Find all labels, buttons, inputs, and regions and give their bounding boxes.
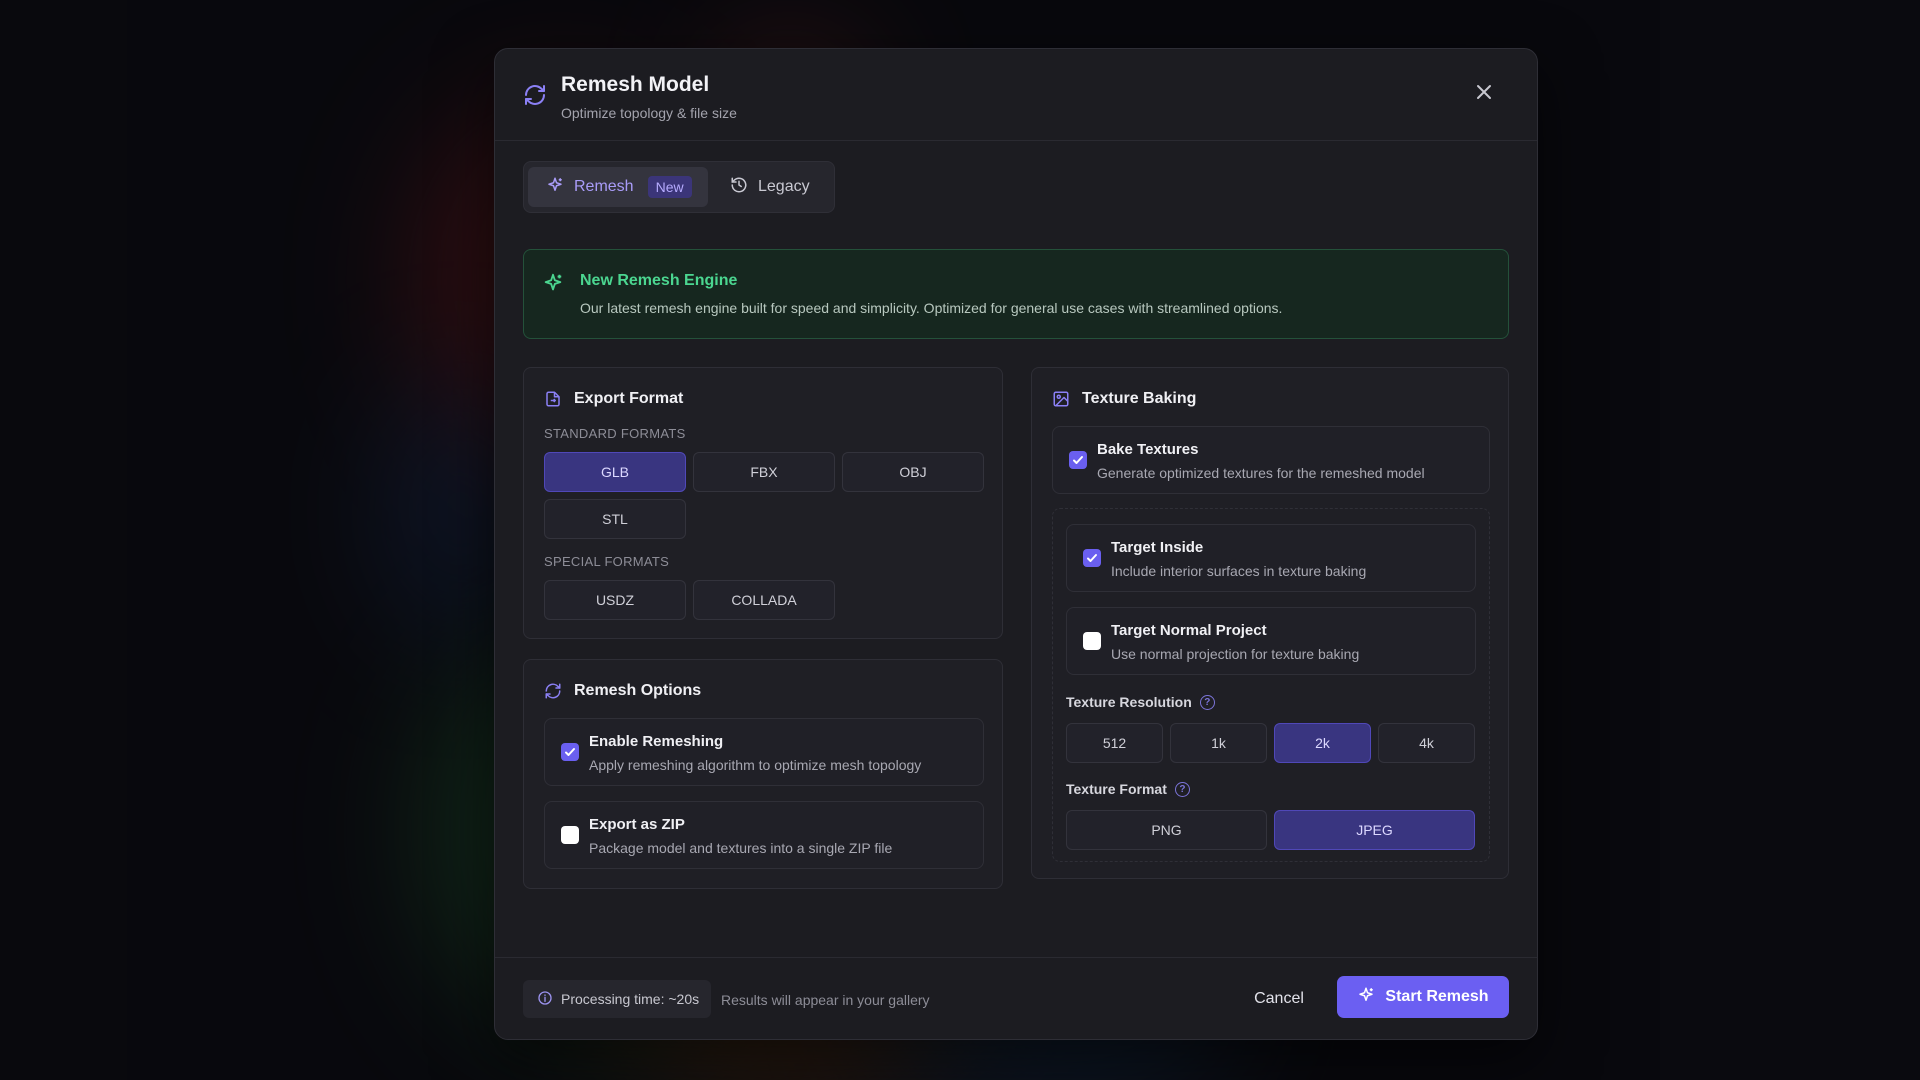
banner-text: Our latest remesh engine built for speed… bbox=[580, 300, 1283, 316]
option-desc: Package model and textures into a single… bbox=[589, 840, 893, 856]
format-jpeg-button[interactable]: JPEG bbox=[1274, 810, 1475, 850]
option-title: Enable Remeshing bbox=[589, 733, 724, 750]
remesh-options-card: Remesh Options Enable Remeshing Apply re… bbox=[523, 659, 1003, 889]
texture-format-label: Texture Format ? bbox=[1066, 781, 1190, 797]
option-desc: Use normal projection for texture baking bbox=[1111, 646, 1360, 662]
resolution-512-button[interactable]: 512 bbox=[1066, 723, 1163, 763]
enable-remeshing-option[interactable]: Enable Remeshing Apply remeshing algorit… bbox=[544, 718, 984, 786]
export-zip-checkbox[interactable] bbox=[561, 826, 579, 844]
texture-format-text: Texture Format bbox=[1066, 781, 1167, 797]
texture-resolution-text: Texture Resolution bbox=[1066, 694, 1192, 710]
modal-header: Remesh Model Optimize topology & file si… bbox=[495, 49, 1537, 141]
info-icon bbox=[537, 990, 561, 1009]
format-glb-button[interactable]: GLB bbox=[544, 452, 686, 492]
cancel-button[interactable]: Cancel bbox=[1239, 980, 1319, 1018]
option-desc: Apply remeshing algorithm to optimize me… bbox=[589, 757, 922, 773]
image-icon bbox=[1052, 390, 1070, 413]
file-export-icon bbox=[544, 390, 562, 413]
modal-title: Remesh Model bbox=[561, 73, 710, 96]
option-title: Target Normal Project bbox=[1111, 622, 1267, 639]
resolution-1k-button[interactable]: 1k bbox=[1170, 723, 1267, 763]
processing-time-badge: Processing time: ~20s bbox=[523, 980, 711, 1018]
bake-textures-option[interactable]: Bake Textures Generate optimized texture… bbox=[1052, 426, 1490, 494]
start-remesh-button[interactable]: Start Remesh bbox=[1337, 976, 1509, 1018]
texture-resolution-label: Texture Resolution ? bbox=[1066, 694, 1215, 710]
export-format-card: Export Format STANDARD FORMATS GLB FBX O… bbox=[523, 367, 1003, 639]
format-fbx-button[interactable]: FBX bbox=[693, 452, 835, 492]
target-inside-option[interactable]: Target Inside Include interior surfaces … bbox=[1066, 524, 1476, 592]
texture-baking-title: Texture Baking bbox=[1082, 390, 1197, 407]
close-button[interactable] bbox=[1469, 79, 1499, 109]
option-desc: Include interior surfaces in texture bak… bbox=[1111, 563, 1367, 579]
help-icon[interactable]: ? bbox=[1174, 781, 1190, 797]
target-normal-option[interactable]: Target Normal Project Use normal project… bbox=[1066, 607, 1476, 675]
remesh-options-title: Remesh Options bbox=[574, 682, 702, 699]
new-badge: New bbox=[647, 176, 692, 198]
processing-time-text: Processing time: ~20s bbox=[561, 991, 700, 1007]
format-png-button[interactable]: PNG bbox=[1066, 810, 1267, 850]
modal-footer: Processing time: ~20s Results will appea… bbox=[495, 957, 1537, 1039]
standard-formats-label: STANDARD FORMATS bbox=[544, 426, 686, 441]
option-desc: Generate optimized textures for the reme… bbox=[1097, 465, 1425, 481]
sparkles-icon bbox=[542, 272, 564, 299]
results-note: Results will appear in your gallery bbox=[721, 992, 930, 1008]
enable-remeshing-checkbox[interactable] bbox=[561, 743, 579, 761]
resolution-4k-button[interactable]: 4k bbox=[1378, 723, 1475, 763]
texture-baking-card: Texture Baking Bake Textures Generate op… bbox=[1031, 367, 1509, 879]
tab-legacy[interactable]: Legacy bbox=[716, 167, 826, 207]
format-collada-button[interactable]: COLLADA bbox=[693, 580, 835, 620]
remesh-modal: Remesh Model Optimize topology & file si… bbox=[494, 48, 1538, 1040]
refresh-icon bbox=[544, 682, 562, 705]
tab-remesh-label: Remesh bbox=[574, 178, 634, 195]
target-normal-checkbox[interactable] bbox=[1083, 632, 1101, 650]
resolution-2k-button[interactable]: 2k bbox=[1274, 723, 1371, 763]
mode-tabs: Remesh New Legacy bbox=[523, 161, 835, 213]
start-remesh-label: Start Remesh bbox=[1385, 988, 1489, 1005]
option-title: Target Inside bbox=[1111, 539, 1204, 556]
format-stl-button[interactable]: STL bbox=[544, 499, 686, 539]
bake-textures-checkbox[interactable] bbox=[1069, 451, 1087, 469]
sparkles-icon bbox=[546, 176, 574, 199]
tab-legacy-label: Legacy bbox=[758, 178, 810, 195]
close-icon bbox=[1475, 83, 1493, 106]
format-usdz-button[interactable]: USDZ bbox=[544, 580, 686, 620]
info-banner: New Remesh Engine Our latest remesh engi… bbox=[523, 249, 1509, 339]
export-format-title: Export Format bbox=[574, 390, 684, 407]
modal-subtitle: Optimize topology & file size bbox=[561, 105, 737, 121]
special-formats-label: SPECIAL FORMATS bbox=[544, 554, 670, 569]
sparkles-icon bbox=[1357, 986, 1385, 1009]
option-title: Bake Textures bbox=[1097, 441, 1199, 458]
history-icon bbox=[730, 176, 758, 199]
option-title: Export as ZIP bbox=[589, 816, 685, 833]
target-inside-checkbox[interactable] bbox=[1083, 549, 1101, 567]
format-obj-button[interactable]: OBJ bbox=[842, 452, 984, 492]
refresh-icon bbox=[523, 83, 547, 107]
help-icon[interactable]: ? bbox=[1199, 694, 1215, 710]
tab-remesh[interactable]: Remesh New bbox=[528, 167, 708, 207]
export-zip-option[interactable]: Export as ZIP Package model and textures… bbox=[544, 801, 984, 869]
banner-title: New Remesh Engine bbox=[580, 272, 738, 289]
